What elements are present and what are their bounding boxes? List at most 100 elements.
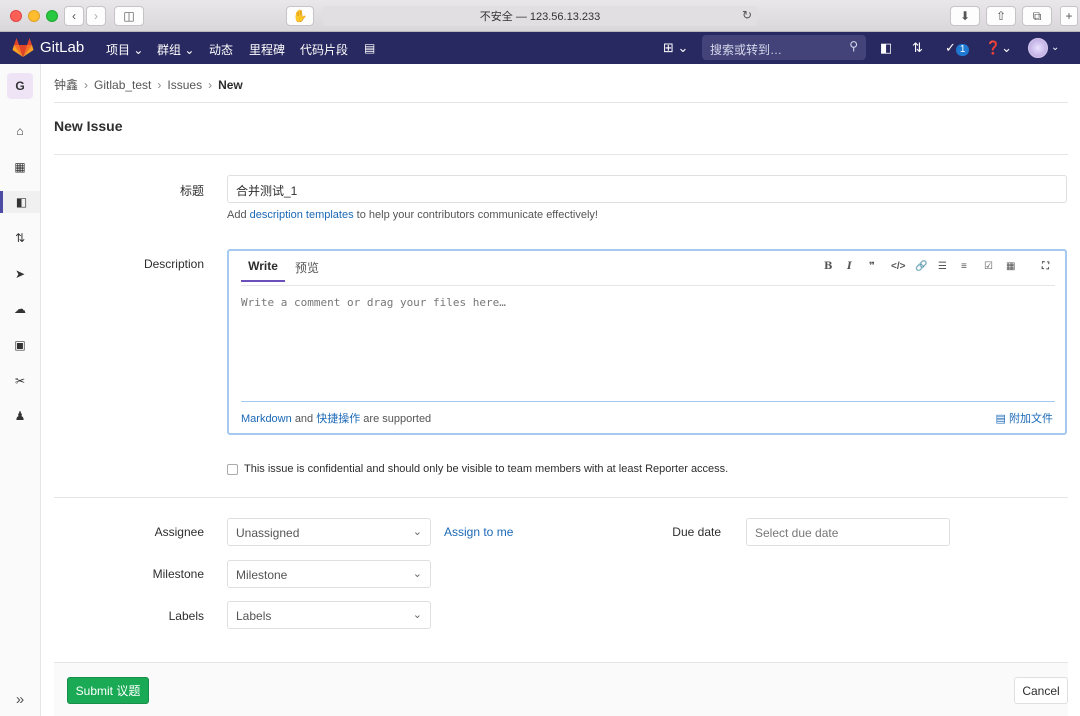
labels-select[interactable]: Labels ⌄	[227, 601, 431, 629]
new-tab-icon[interactable]: +	[1060, 6, 1078, 26]
milestone-label: Milestone	[152, 567, 204, 581]
rocket-icon[interactable]: ➤	[0, 263, 40, 285]
title-input[interactable]: 合并测试_1	[227, 175, 1067, 203]
numbered-list-icon[interactable]: ≡	[961, 261, 967, 272]
tab-write[interactable]: Write	[241, 259, 285, 282]
project-avatar[interactable]: G	[7, 73, 33, 99]
gitlab-brand[interactable]: GitLab	[40, 39, 84, 56]
divider	[54, 102, 1068, 103]
merge-request-icon[interactable]: ⇅	[0, 227, 40, 249]
nav-activity[interactable]: 动态	[209, 41, 233, 58]
browser-toolbar: ‹ › ◫ ✋ 不安全 — 123.56.13.233 ↻ ⬇ ⇧ ⧉ +	[0, 0, 1080, 32]
nav-milestones[interactable]: 里程碑	[249, 41, 285, 58]
search-input[interactable]: 搜索或转到… ⚲	[702, 35, 866, 60]
assignee-label: Assignee	[154, 525, 204, 539]
user-avatar[interactable]	[1028, 38, 1048, 58]
milestone-select[interactable]: Milestone ⌄	[227, 560, 431, 588]
chevron-down-icon: ⌄	[412, 609, 422, 621]
nav-projects[interactable]: 项目 ⌄	[106, 41, 143, 58]
description-label: Description	[143, 257, 204, 271]
submit-issue-button[interactable]: Submit 议题	[67, 677, 149, 704]
labels-value: Labels	[236, 609, 272, 623]
divider	[241, 401, 1055, 402]
nav-groups[interactable]: 群组 ⌄	[157, 41, 194, 58]
nav-snippets[interactable]: 代码片段	[300, 41, 348, 58]
quote-icon[interactable]: ❞	[869, 261, 875, 272]
supported-text: are supported	[363, 413, 432, 425]
home-icon[interactable]: ⌂	[0, 120, 40, 142]
due-date-label: Due date	[672, 525, 721, 539]
snippets-icon[interactable]: ✂	[0, 370, 40, 392]
main-content: 钟鑫 › Gitlab_test › Issues › New New Issue 标题 合…	[54, 64, 1068, 716]
labels-label: Labels	[168, 609, 204, 623]
chevron-down-icon[interactable]: ⌄	[1051, 42, 1059, 53]
collapse-sidebar-icon[interactable]: »	[0, 691, 40, 708]
divider	[54, 497, 1068, 498]
confidential-checkbox[interactable]	[227, 463, 238, 475]
bullet-list-icon[interactable]: ☰	[938, 261, 947, 272]
close-window-button[interactable]	[10, 10, 22, 22]
merge-request-icon[interactable]: ⇅	[912, 40, 923, 56]
milestone-value: Milestone	[236, 568, 288, 582]
title-label: 标题	[179, 184, 204, 198]
description-textarea[interactable]: Write a comment or drag your files here…	[241, 296, 506, 309]
assignee-value: Unassigned	[236, 526, 300, 540]
todo-icon[interactable]: ✓ 1	[945, 40, 970, 56]
breadcrumb-project[interactable]: Gitlab_test	[94, 78, 151, 92]
extension-icon[interactable]: ✋	[286, 6, 314, 26]
breadcrumb-issues[interactable]: Issues	[167, 78, 202, 92]
issues-icon[interactable]: ◧	[0, 191, 40, 213]
link-icon[interactable]: 🔗	[915, 261, 927, 272]
back-icon[interactable]: ‹	[64, 6, 84, 26]
assign-to-me-link[interactable]: Assign to me	[444, 525, 513, 539]
divider	[54, 154, 1068, 155]
gitlab-navbar: GitLab 项目 ⌄ 群组 ⌄ 动态 里程碑 代码片段 ▤ ⊞ ⌄ 搜索或转到…	[0, 32, 1080, 64]
bold-icon[interactable]: B	[824, 261, 832, 272]
attach-file-button[interactable]: ▤ 附加文件	[996, 410, 1053, 426]
share-icon[interactable]: ⇧	[986, 6, 1016, 26]
tabs-icon[interactable]: ⧉	[1022, 6, 1052, 26]
confidential-option[interactable]: This issue is confidential and should on…	[227, 463, 728, 475]
issues-icon[interactable]: ◧	[880, 40, 892, 56]
attach-file-label: 附加文件	[1009, 413, 1053, 425]
quick-actions-link[interactable]: 快捷操作	[316, 413, 360, 425]
help-prefix: Add	[227, 209, 247, 221]
breadcrumb: 钟鑫 › Gitlab_test › Issues › New	[54, 78, 243, 92]
help-icon[interactable]: ❓⌄	[985, 40, 1012, 56]
chart-icon[interactable]: ▤	[364, 41, 375, 55]
cancel-button[interactable]: Cancel	[1014, 677, 1068, 704]
italic-icon[interactable]: I	[847, 261, 852, 272]
minimize-window-button[interactable]	[28, 10, 40, 22]
task-list-icon[interactable]: ☑	[984, 261, 993, 272]
todo-count-badge: 1	[955, 44, 970, 56]
table-icon[interactable]: ▦	[1006, 261, 1015, 272]
fullscreen-icon[interactable]: ⛶	[1042, 261, 1049, 272]
chevron-down-icon: ⌄	[412, 526, 422, 538]
due-date-input[interactable]: Select due date	[746, 518, 950, 546]
tab-preview[interactable]: 预览	[295, 259, 319, 276]
reload-icon[interactable]: ↻	[742, 8, 752, 22]
markdown-link[interactable]: Markdown	[241, 413, 292, 425]
description-editor: Write 预览 B I ❞ </> 🔗 ☰ ≡ ☑ ▦ ⛶ Write a c…	[227, 249, 1067, 435]
breadcrumb-current[interactable]: New	[218, 78, 243, 92]
assignee-select[interactable]: Unassigned ⌄	[227, 518, 431, 546]
code-icon[interactable]: </>	[891, 261, 905, 272]
operations-icon[interactable]: ☁	[0, 298, 40, 320]
nav-projects-label: 项目	[106, 43, 131, 57]
chevron-down-icon: ⌄	[412, 568, 422, 580]
wiki-icon[interactable]: ▣	[0, 334, 40, 356]
sidebar-toggle-icon[interactable]: ◫	[114, 6, 144, 26]
repository-icon[interactable]: ▦	[0, 156, 40, 178]
confidential-label: This issue is confidential and should on…	[244, 463, 729, 475]
form-actions: Submit 议题 Cancel	[54, 662, 1068, 716]
breadcrumb-user[interactable]: 钟鑫	[54, 78, 78, 92]
members-icon[interactable]: ♟	[0, 405, 40, 427]
gitlab-logo-icon[interactable]	[12, 38, 34, 58]
new-item-icon[interactable]: ⊞ ⌄	[663, 40, 688, 56]
description-templates-link[interactable]: description templates	[250, 209, 354, 221]
markdown-hint: Markdown and 快捷操作 are supported	[241, 410, 431, 426]
address-bar[interactable]: 不安全 — 123.56.13.233 ↻	[322, 6, 758, 26]
download-icon[interactable]: ⬇	[950, 6, 980, 26]
zoom-window-button[interactable]	[46, 10, 58, 22]
forward-icon[interactable]: ›	[86, 6, 106, 26]
